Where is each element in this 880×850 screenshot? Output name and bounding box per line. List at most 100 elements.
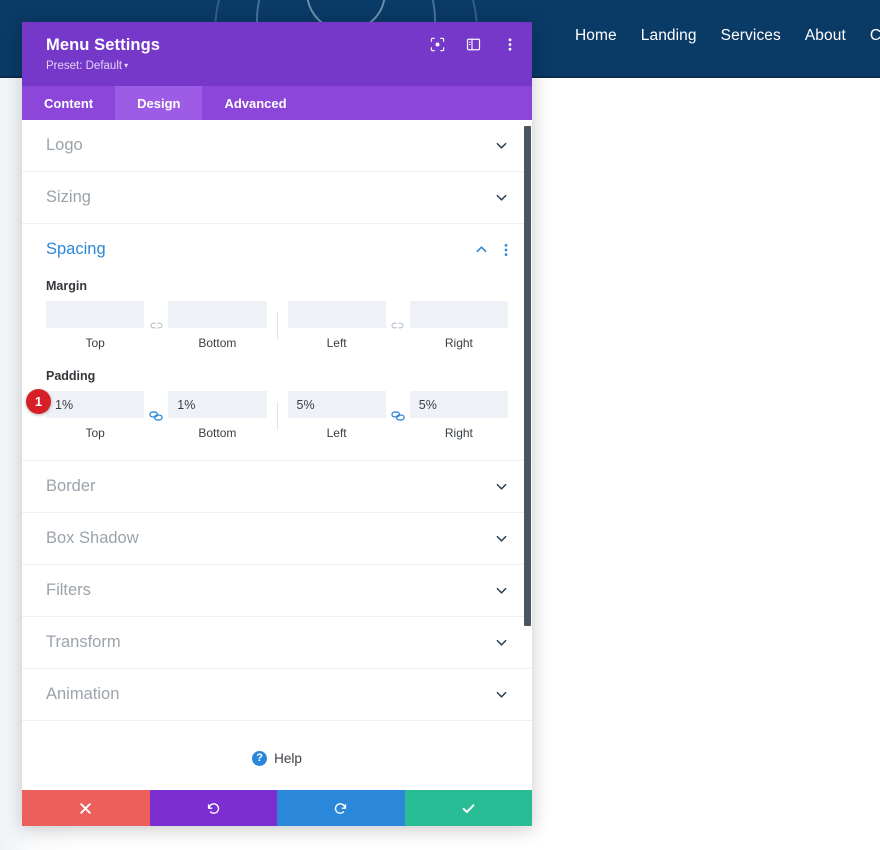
preset-label: Preset: Default xyxy=(46,60,123,72)
nav-link-contact[interactable]: Con xyxy=(870,27,880,45)
section-header-box-shadow[interactable]: Box Shadow xyxy=(46,513,508,564)
section-header-border[interactable]: Border xyxy=(46,461,508,512)
margin-vertical-link-icon[interactable] xyxy=(144,318,168,333)
margin-bottom-label: Bottom xyxy=(198,336,237,350)
chevron-down-icon xyxy=(494,532,508,546)
help-label: Help xyxy=(274,750,302,766)
section-border: Border xyxy=(22,461,532,513)
section-options-icon[interactable] xyxy=(504,243,508,257)
margin-top-label: Top xyxy=(85,336,105,350)
chevron-down-icon xyxy=(494,584,508,598)
section-title-box-shadow: Box Shadow xyxy=(46,529,139,547)
chevron-down-icon xyxy=(494,191,508,205)
section-header-sizing[interactable]: Sizing xyxy=(46,172,508,223)
margin-left-cell: Left xyxy=(287,301,386,350)
margin-left-input[interactable] xyxy=(287,301,386,328)
section-filters: Filters xyxy=(22,565,532,617)
section-animation: Animation xyxy=(22,669,532,721)
margin-bottom-input[interactable] xyxy=(168,301,267,328)
chevron-up-icon[interactable] xyxy=(474,243,488,257)
margin-right-input[interactable] xyxy=(409,301,508,328)
section-spacing: Spacing Margin Top Bottom Left Right Pad… xyxy=(22,224,532,461)
modal-header-icons xyxy=(429,36,518,53)
padding-bottom-cell: Bottom xyxy=(168,391,267,440)
padding-horizontal-pair: Left Right xyxy=(287,391,508,440)
modal-header: Menu Settings Preset: Default ▾ xyxy=(22,22,532,86)
chevron-down-icon xyxy=(494,139,508,153)
tab-design[interactable]: Design xyxy=(115,86,203,120)
nav-link-services[interactable]: Services xyxy=(721,27,781,45)
padding-right-input[interactable] xyxy=(409,391,508,418)
margin-left-label: Left xyxy=(326,336,347,350)
section-title-sizing: Sizing xyxy=(46,188,91,206)
nav-link-about[interactable]: About xyxy=(805,27,846,45)
margin-top-cell: Top xyxy=(46,301,145,350)
preset-selector[interactable]: Preset: Default ▾ xyxy=(46,60,514,72)
section-header-spacing[interactable]: Spacing xyxy=(46,224,508,275)
margin-bottom-cell: Bottom xyxy=(168,301,267,350)
section-box-shadow: Box Shadow xyxy=(22,513,532,565)
padding-divider xyxy=(276,401,278,430)
section-header-filters[interactable]: Filters xyxy=(46,565,508,616)
section-title-spacing: Spacing xyxy=(46,240,106,258)
padding-label: Padding xyxy=(46,369,96,383)
save-button[interactable] xyxy=(404,790,532,826)
margin-quad: Top Bottom Left Right xyxy=(46,301,508,350)
section-sizing: Sizing xyxy=(22,172,532,224)
fullscreen-icon[interactable] xyxy=(429,36,446,53)
help-link[interactable]: ? Help xyxy=(22,721,532,790)
modal-footer xyxy=(22,790,532,826)
chevron-down-icon xyxy=(494,480,508,494)
modal-tabs: Content Design Advanced xyxy=(22,86,532,120)
scrollbar-track[interactable] xyxy=(522,120,532,790)
padding-right-label: Right xyxy=(444,426,473,440)
section-logo: Logo xyxy=(22,120,532,172)
status-badge: 1 xyxy=(26,389,51,414)
split-view-icon[interactable] xyxy=(465,36,482,53)
section-title-animation: Animation xyxy=(46,685,120,703)
padding-left-label: Left xyxy=(326,426,347,440)
margin-top-input[interactable] xyxy=(46,301,145,328)
margin-right-label: Right xyxy=(444,336,473,350)
more-options-icon[interactable] xyxy=(501,36,518,53)
margin-divider xyxy=(276,311,278,340)
padding-left-input[interactable] xyxy=(287,391,386,418)
redo-button[interactable] xyxy=(277,790,405,826)
tab-advanced[interactable]: Advanced xyxy=(202,86,308,120)
scrollbar-thumb[interactable] xyxy=(524,126,531,626)
section-transform: Transform xyxy=(22,617,532,669)
spacing-fields: Margin Top Bottom Left Right Padding 1 1… xyxy=(26,279,508,460)
nav-link-home[interactable]: Home xyxy=(575,27,617,45)
padding-vertical-pair: Top Bottom xyxy=(46,391,267,440)
margin-horizontal-pair: Left Right xyxy=(287,301,508,350)
padding-top-cell: Top xyxy=(46,391,145,440)
section-title-border: Border xyxy=(46,477,96,495)
padding-horizontal-link-icon[interactable] xyxy=(386,408,410,424)
modal-body: Logo Sizing Spacing Margin Top Bottom Le… xyxy=(22,120,532,790)
margin-label: Margin xyxy=(46,279,87,293)
padding-top-input[interactable] xyxy=(46,391,145,418)
padding-bottom-input[interactable] xyxy=(168,391,267,418)
cancel-button[interactable] xyxy=(22,790,150,826)
padding-bottom-label: Bottom xyxy=(198,426,237,440)
padding-right-cell: Right xyxy=(409,391,508,440)
help-icon: ? xyxy=(252,750,268,766)
undo-button[interactable] xyxy=(149,790,277,826)
chevron-down-icon xyxy=(494,688,508,702)
padding-vertical-link-icon[interactable] xyxy=(144,408,168,424)
margin-horizontal-link-icon[interactable] xyxy=(386,318,410,333)
section-title-logo: Logo xyxy=(46,136,83,154)
section-header-logo[interactable]: Logo xyxy=(46,120,508,171)
padding-top-label: Top xyxy=(85,426,105,440)
section-title-filters: Filters xyxy=(46,581,91,599)
chevron-down-icon: ▾ xyxy=(124,61,129,70)
section-header-animation[interactable]: Animation xyxy=(46,669,508,720)
section-header-transform[interactable]: Transform xyxy=(46,617,508,668)
margin-right-cell: Right xyxy=(409,301,508,350)
padding-group: Padding 1 Top xyxy=(26,369,508,440)
menu-settings-modal: Menu Settings Preset: Default ▾ Content … xyxy=(22,22,532,826)
margin-group: Margin Top Bottom Left Right xyxy=(46,279,508,350)
tab-content[interactable]: Content xyxy=(22,86,115,120)
nav-link-landing[interactable]: Landing xyxy=(641,27,697,45)
section-title-transform: Transform xyxy=(46,633,121,651)
